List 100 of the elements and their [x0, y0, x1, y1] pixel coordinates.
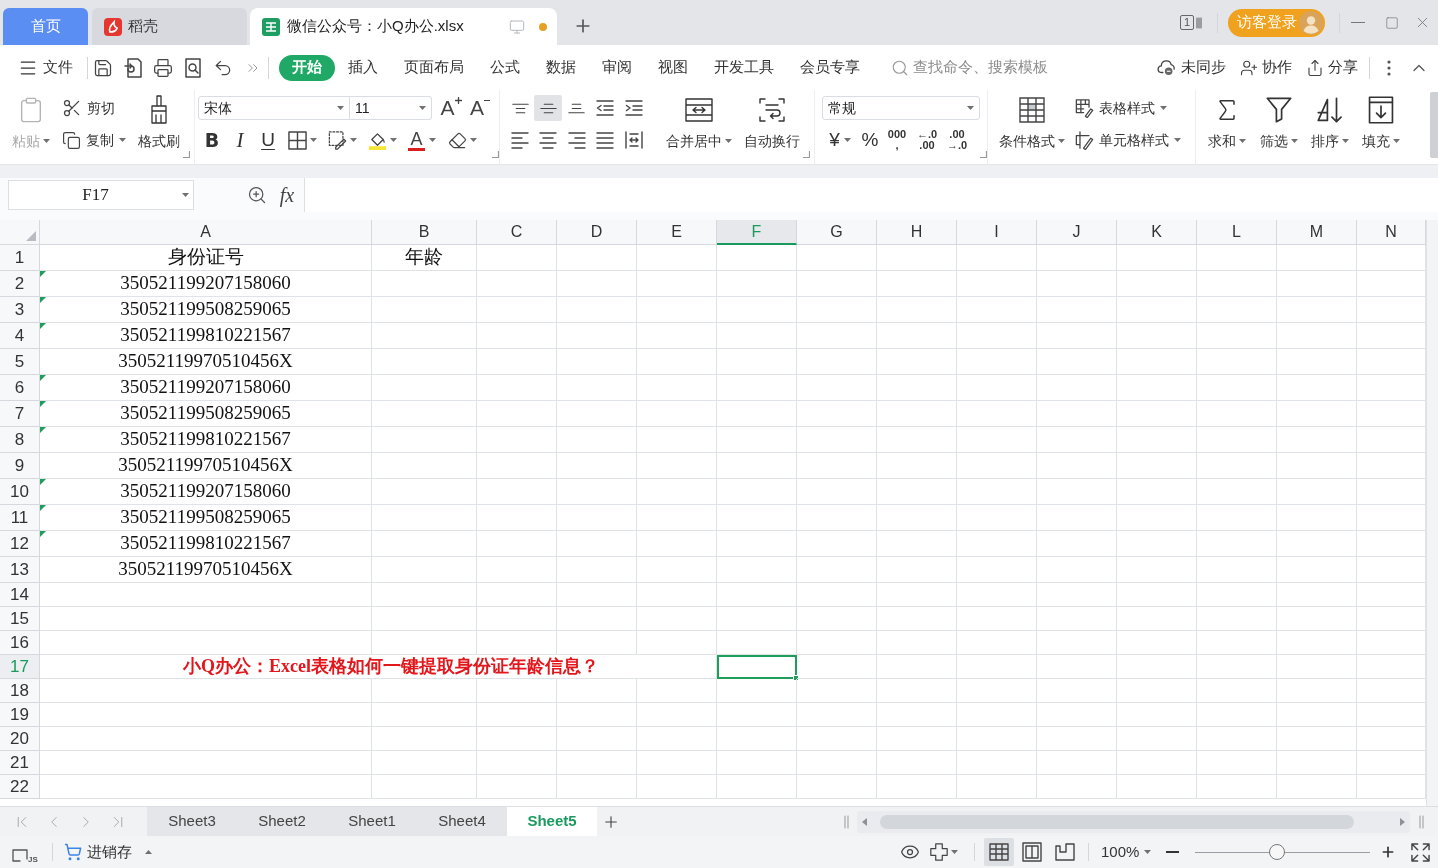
empty-cell[interactable]	[1197, 583, 1277, 607]
share-button[interactable]: 分享	[1306, 53, 1358, 82]
empty-cell[interactable]	[1197, 427, 1277, 453]
empty-cell[interactable]	[477, 557, 557, 583]
fill-button[interactable]: 填充	[1360, 90, 1402, 158]
empty-cell[interactable]	[797, 349, 877, 375]
empty-cell[interactable]	[717, 401, 797, 427]
empty-cell[interactable]	[1197, 531, 1277, 557]
table-cell[interactable]: 350521199207158060	[40, 375, 372, 401]
row-header[interactable]: 13	[0, 557, 40, 583]
empty-cell[interactable]	[1277, 297, 1357, 323]
ribbon-scroll-indicator[interactable]	[1430, 92, 1438, 158]
empty-cell[interactable]	[1197, 453, 1277, 479]
slider-thumb[interactable]	[1269, 844, 1286, 860]
empty-cell[interactable]	[1037, 297, 1117, 323]
cut-button[interactable]: 剪切	[62, 95, 126, 121]
empty-cell[interactable]	[557, 703, 637, 727]
empty-cell[interactable]	[477, 703, 557, 727]
empty-cell[interactable]	[477, 775, 557, 799]
conditional-format-button[interactable]: 条件格式	[996, 90, 1068, 158]
empty-cell[interactable]	[1037, 655, 1117, 679]
empty-cell[interactable]	[372, 775, 477, 799]
empty-cell[interactable]	[1277, 531, 1357, 557]
empty-cell[interactable]	[717, 631, 797, 655]
empty-cell[interactable]	[1117, 751, 1197, 775]
empty-cell[interactable]	[1277, 375, 1357, 401]
empty-cell[interactable]	[1197, 631, 1277, 655]
empty-cell[interactable]	[877, 751, 957, 775]
empty-cell[interactable]	[372, 557, 477, 583]
empty-cell[interactable]	[1037, 583, 1117, 607]
bold-button[interactable]: B	[198, 127, 226, 153]
empty-cell[interactable]	[557, 271, 637, 297]
empty-cell[interactable]	[557, 297, 637, 323]
empty-cell[interactable]	[797, 703, 877, 727]
empty-cell[interactable]	[1277, 703, 1357, 727]
empty-cell[interactable]	[1117, 557, 1197, 583]
empty-cell[interactable]	[877, 297, 957, 323]
empty-cell[interactable]	[1117, 479, 1197, 505]
ribbon-tab[interactable]: 开发工具	[701, 54, 787, 81]
empty-cell[interactable]	[637, 631, 717, 655]
empty-cell[interactable]	[637, 751, 717, 775]
italic-button[interactable]: I	[226, 127, 254, 153]
empty-cell[interactable]	[557, 583, 637, 607]
empty-cell[interactable]	[797, 479, 877, 505]
table-style-button[interactable]: 表格样式	[1075, 95, 1181, 121]
empty-cell[interactable]	[797, 607, 877, 631]
empty-cell[interactable]	[1037, 531, 1117, 557]
row-header[interactable]: 2	[0, 271, 40, 297]
empty-cell[interactable]	[717, 727, 797, 751]
empty-cell[interactable]	[1037, 775, 1117, 799]
empty-cell[interactable]	[1277, 775, 1357, 799]
ribbon-tab[interactable]: 数据	[533, 54, 589, 81]
empty-cell[interactable]	[1037, 727, 1117, 751]
column-header[interactable]: K	[1117, 220, 1197, 245]
select-all-button[interactable]	[0, 220, 40, 245]
empty-cell[interactable]	[477, 505, 557, 531]
empty-cell[interactable]	[877, 453, 957, 479]
table-cell[interactable]: 350521199810221567	[40, 531, 372, 557]
empty-cell[interactable]	[717, 453, 797, 479]
empty-cell[interactable]	[1197, 679, 1277, 703]
table-cell[interactable]: 年龄	[372, 245, 477, 271]
empty-cell[interactable]	[372, 349, 477, 375]
table-cell[interactable]: 350521199508259065	[40, 505, 372, 531]
empty-cell[interactable]	[637, 703, 717, 727]
empty-cell[interactable]	[372, 607, 477, 631]
empty-cell[interactable]	[637, 375, 717, 401]
row-header[interactable]: 22	[0, 775, 40, 799]
empty-cell[interactable]	[797, 557, 877, 583]
empty-cell[interactable]	[477, 323, 557, 349]
empty-cell[interactable]	[797, 323, 877, 349]
dialog-launcher-icon[interactable]	[980, 151, 987, 158]
dialog-launcher-icon[interactable]	[492, 151, 499, 158]
empty-cell[interactable]	[1117, 349, 1197, 375]
table-cell[interactable]: 350521199508259065	[40, 297, 372, 323]
row-header[interactable]: 19	[0, 703, 40, 727]
empty-cell[interactable]	[637, 323, 717, 349]
empty-cell[interactable]	[957, 479, 1037, 505]
empty-cell[interactable]	[1277, 679, 1357, 703]
empty-cell[interactable]	[797, 775, 877, 799]
empty-cell[interactable]	[372, 583, 477, 607]
empty-cell[interactable]	[957, 557, 1037, 583]
empty-cell[interactable]	[797, 505, 877, 531]
row-header[interactable]: 4	[0, 323, 40, 349]
row-header[interactable]: 1	[0, 245, 40, 271]
empty-cell[interactable]	[557, 453, 637, 479]
empty-cell[interactable]	[957, 401, 1037, 427]
empty-cell[interactable]	[477, 679, 557, 703]
empty-cell[interactable]	[637, 679, 717, 703]
empty-cell[interactable]	[1117, 583, 1197, 607]
empty-cell[interactable]	[557, 427, 637, 453]
empty-cell[interactable]	[1037, 349, 1117, 375]
empty-cell[interactable]	[877, 655, 957, 679]
empty-cell[interactable]	[957, 583, 1037, 607]
table-cell[interactable]: 350521199810221567	[40, 323, 372, 349]
column-header[interactable]: J	[1037, 220, 1117, 245]
empty-cell[interactable]	[557, 323, 637, 349]
ribbon-tab[interactable]: 审阅	[589, 54, 645, 81]
ribbon-tab[interactable]: 页面布局	[391, 54, 477, 81]
empty-cell[interactable]	[797, 631, 877, 655]
active-cell[interactable]	[717, 655, 797, 679]
